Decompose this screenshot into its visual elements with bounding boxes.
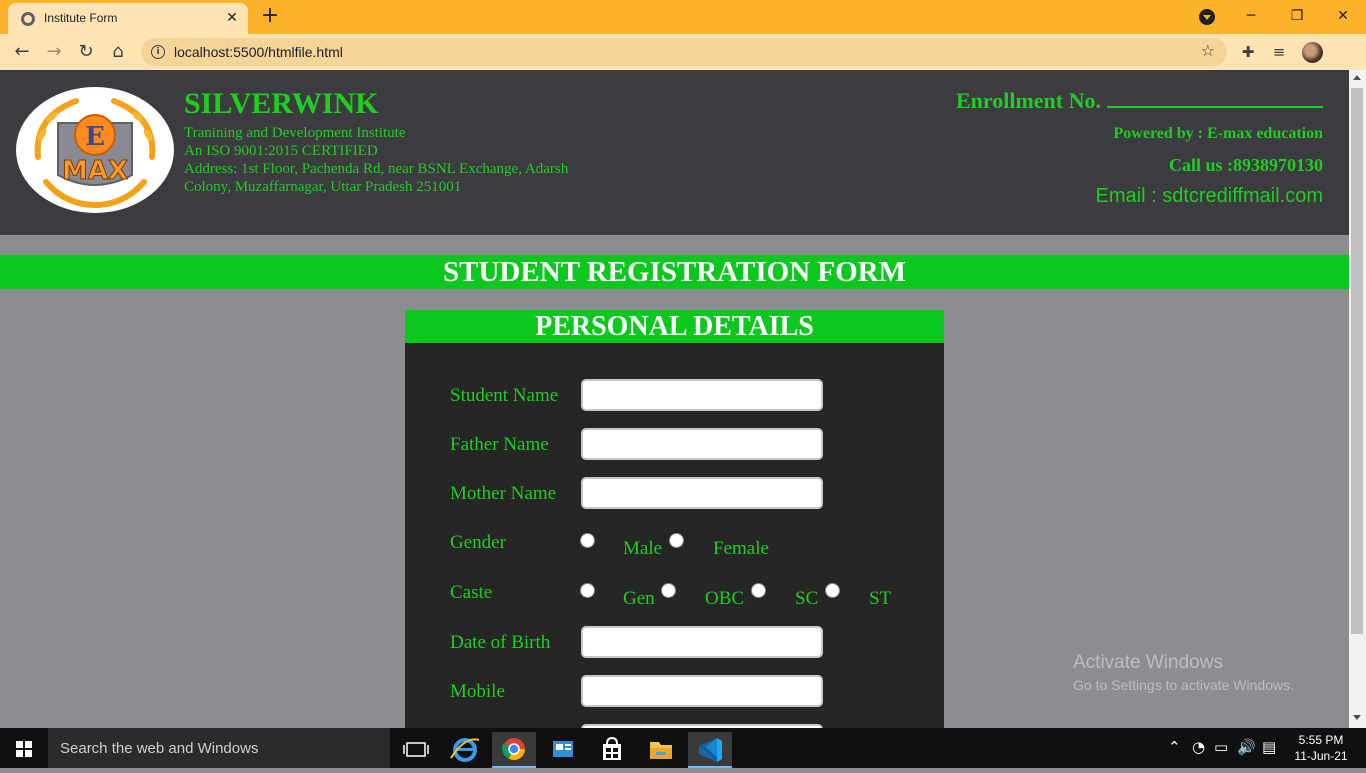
bookmark-star-icon[interactable]: ☆ [1201, 41, 1215, 60]
activate-windows-subtitle: Go to Settings to activate Windows. [1073, 677, 1294, 693]
clock-time: 5:55 PM [1298, 733, 1344, 747]
dob-label: Date of Birth [450, 632, 551, 653]
logo-text-max: MAX [62, 156, 128, 186]
emax-logo-graphic: E MAX [23, 92, 167, 209]
restore-button[interactable]: ❐ [1274, 2, 1320, 30]
home-button[interactable]: ⌂ [105, 39, 131, 65]
institute-name: SILVERWINK [184, 87, 379, 120]
extensions-icon[interactable]: ✚ [1235, 39, 1261, 65]
back-button[interactable]: ← [9, 39, 35, 65]
mother-name-label: Mother Name [450, 483, 557, 504]
mobile-input[interactable] [581, 675, 823, 707]
enrollment-number: Enrollment No. [956, 88, 1323, 114]
taskbar-search-box[interactable]: Search the web and Windows [48, 728, 390, 768]
new-tab-button[interactable]: + [258, 4, 282, 28]
address-bar[interactable]: i localhost:5500/htmlfile.html ☆ [141, 38, 1227, 66]
enrollment-label: Enrollment No. [955, 88, 1101, 113]
caste-gen-label: Gen [623, 588, 655, 609]
institute-header: E MAX SILVERWINK Tranining and Developme… [0, 70, 1349, 235]
browser-tab[interactable]: Institute Form ✕ [8, 3, 248, 34]
powered-by: Powered by : E-max education [1113, 125, 1323, 142]
reload-button[interactable]: ↻ [73, 39, 99, 65]
globe-icon [21, 12, 35, 26]
father-name-input[interactable] [581, 428, 823, 460]
institute-address: Address: 1st Floor, Pachenda Rd, near BS… [184, 161, 569, 195]
caste-sc-label: SC [795, 588, 819, 609]
browser-tab-strip: Institute Form ✕ + ─ ❐ ✕ [0, 0, 1366, 34]
forward-button[interactable]: → [41, 39, 67, 65]
tray-overflow-icon[interactable]: ⌃ [1168, 738, 1181, 756]
enrollment-blank-line [1107, 88, 1323, 108]
media-control-icon[interactable]: ≡ [1266, 39, 1292, 65]
volume-icon[interactable]: 🔊 [1237, 738, 1256, 756]
form-title-banner: STUDENT REGISTRATION FORM [0, 255, 1349, 289]
caste-obc-radio[interactable] [661, 583, 676, 598]
chrome-taskbar-icon[interactable] [492, 732, 536, 768]
wifi-icon[interactable]: ◔ [1192, 738, 1205, 756]
profile-avatar[interactable] [1302, 42, 1323, 63]
clock-date: 11-Jun-21 [1294, 749, 1348, 763]
store-icon[interactable] [590, 732, 634, 768]
taskbar-clock[interactable]: 5:55 PM 11-Jun-21 [1290, 732, 1352, 764]
gender-female-label: Female [713, 538, 769, 559]
windows-taskbar: Search the web and Windows ⌃ ◔ ▭ 🔊 ▤ 5:5… [0, 728, 1366, 768]
mobile-label: Mobile [450, 681, 505, 702]
caste-st-label: ST [869, 588, 892, 609]
task-view-icon[interactable] [394, 732, 438, 768]
section-title: PERSONAL DETAILS [405, 310, 944, 343]
page-scrollbar[interactable] [1349, 70, 1366, 728]
windows-logo-icon [16, 741, 32, 757]
father-name-label: Father Name [450, 434, 549, 455]
institute-tagline: Tranining and Development Institute [184, 125, 406, 141]
start-button[interactable] [0, 728, 48, 768]
gender-male-label: Male [623, 538, 663, 559]
browser-toolbar: ← → ↻ ⌂ i localhost:5500/htmlfile.html ☆… [0, 34, 1366, 70]
caste-label: Caste [450, 582, 493, 603]
activate-windows-title: Activate Windows [1073, 652, 1223, 673]
caste-st-radio[interactable] [825, 583, 840, 598]
site-info-icon[interactable]: i [151, 45, 165, 59]
gender-male-radio[interactable] [580, 533, 595, 548]
tab-title: Institute Form [44, 11, 118, 25]
contact-email: Email : sdtcrediffmail.com [1095, 185, 1323, 207]
file-explorer-icon[interactable] [639, 732, 683, 768]
caste-gen-radio[interactable] [580, 583, 595, 598]
scroll-up-arrow-icon[interactable] [1353, 75, 1361, 80]
caste-sc-radio[interactable] [751, 583, 766, 598]
student-name-label: Student Name [450, 385, 559, 406]
tab-search-icon[interactable] [1199, 9, 1215, 25]
taskbar-search-placeholder: Search the web and Windows [60, 740, 259, 757]
mail-app-icon[interactable] [541, 732, 585, 768]
mother-name-input[interactable] [581, 477, 823, 509]
gender-female-radio[interactable] [669, 533, 684, 548]
gender-label: Gender [450, 532, 506, 553]
student-name-input[interactable] [581, 379, 823, 411]
vscode-icon[interactable] [688, 732, 732, 768]
notification-icon[interactable]: ▤ [1262, 738, 1276, 756]
institute-certification: An ISO 9001:2015 CERTIFIED [184, 143, 378, 159]
scrollbar-thumb[interactable] [1351, 88, 1363, 634]
close-window-button[interactable]: ✕ [1320, 2, 1366, 30]
dob-input[interactable] [581, 626, 823, 658]
caste-obc-label: OBC [705, 588, 745, 609]
battery-icon[interactable]: ▭ [1214, 738, 1228, 756]
call-us: Call us :8938970130 [1168, 155, 1323, 175]
minimize-button[interactable]: ─ [1228, 2, 1274, 30]
logo-letter-e: E [85, 122, 105, 152]
tab-close-icon[interactable]: ✕ [222, 8, 242, 28]
url-text[interactable]: localhost:5500/htmlfile.html [174, 44, 343, 60]
personal-details-panel: PERSONAL DETAILS Student Name Father Nam… [405, 310, 944, 756]
emax-logo: E MAX [16, 87, 174, 213]
internet-explorer-icon[interactable] [443, 732, 487, 768]
scroll-down-arrow-icon[interactable] [1353, 715, 1361, 720]
